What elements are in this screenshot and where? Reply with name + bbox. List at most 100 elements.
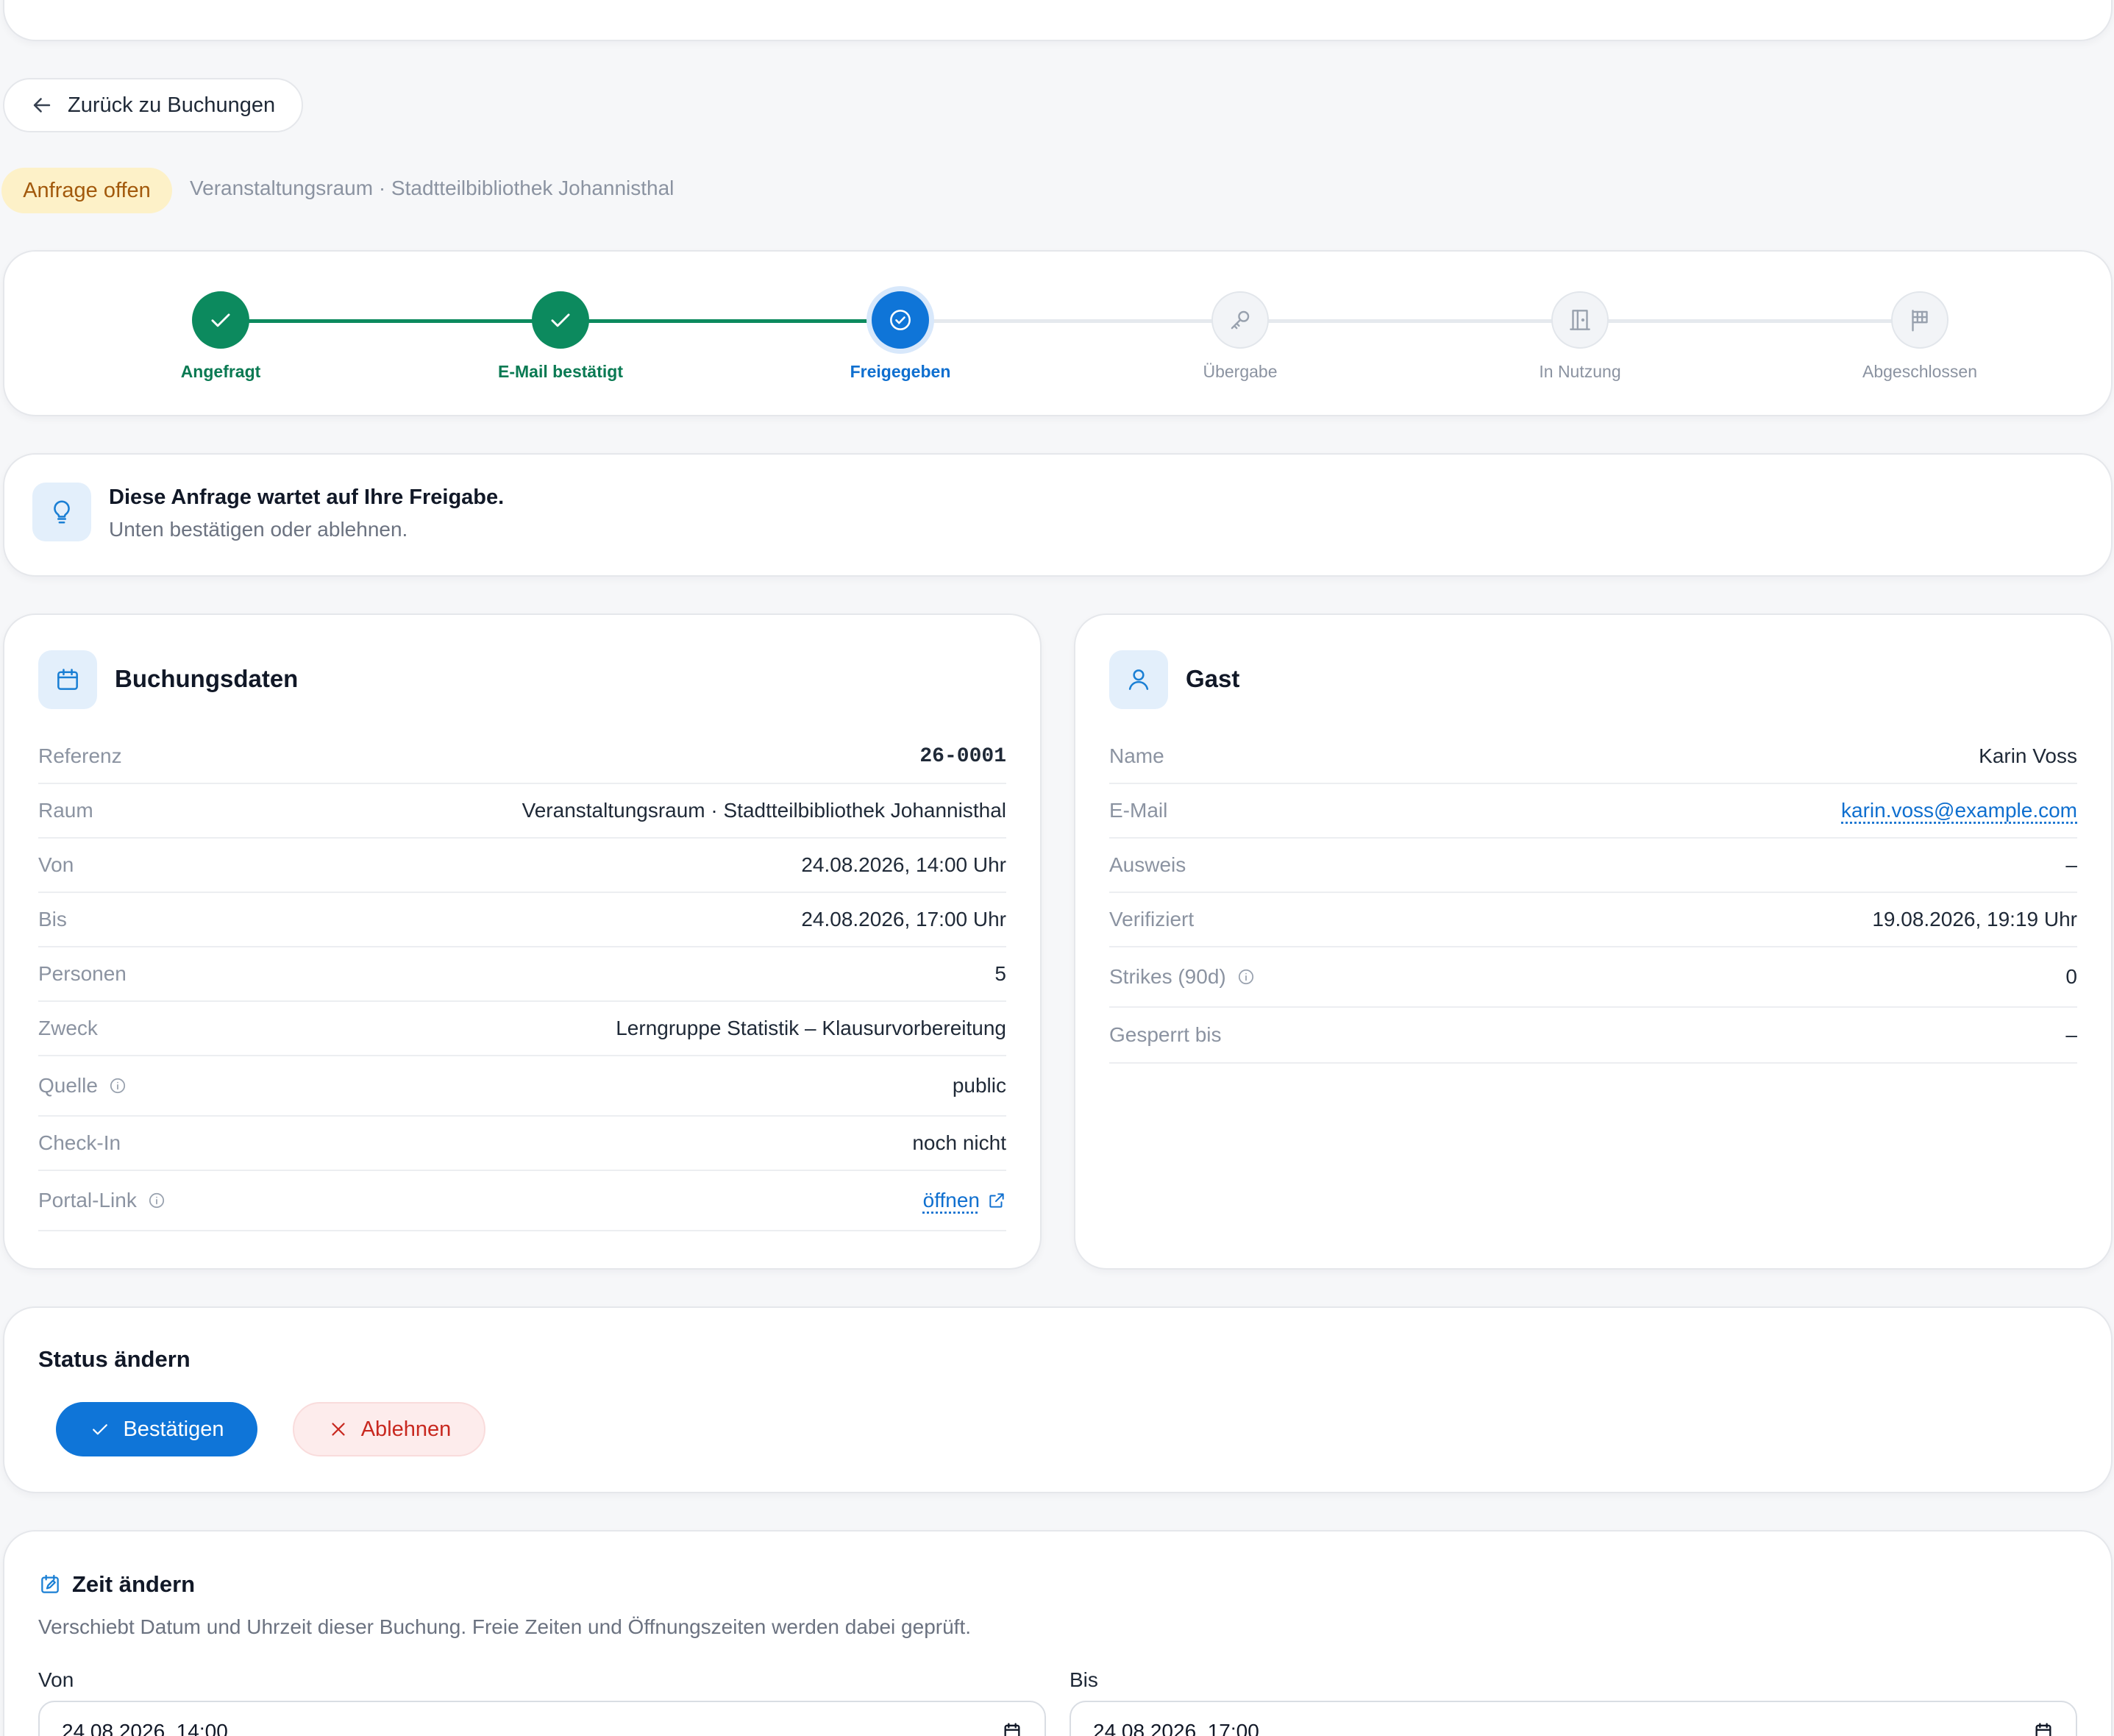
room-value: Veranstaltungsraum · Stadtteilbibliothek…	[522, 799, 1006, 822]
step-circle	[872, 291, 929, 349]
booking-icon-box	[38, 650, 97, 709]
to-value: 24.08.2026, 17:00 Uhr	[801, 908, 1006, 931]
step-uebergabe: Übergabe	[1130, 291, 1350, 382]
room-subtitle: Veranstaltungsraum · Stadtteilbibliothek…	[190, 177, 675, 199]
from-field-label: Von	[38, 1668, 74, 1691]
row-label: Bis	[38, 908, 67, 931]
step-circle	[1891, 291, 1948, 349]
row-label: Zweck	[38, 1017, 98, 1039]
row-label: Personen	[38, 962, 127, 985]
step-circle	[1211, 291, 1269, 349]
time-change-description: Verschiebt Datum und Uhrzeit dieser Buch…	[38, 1615, 972, 1638]
step-label: Angefragt	[180, 362, 261, 381]
step-email-bestaetigt: E-Mail bestätigt	[450, 291, 671, 382]
to-field-label: Bis	[1070, 1668, 1098, 1691]
approval-info-banner	[3, 453, 2113, 577]
step-angefragt: Angefragt	[110, 291, 331, 382]
detail-row-referenz: Referenz 26-0001	[38, 730, 1006, 784]
calendar-edit-icon	[41, 1574, 59, 1593]
step-label: E-Mail bestätigt	[498, 362, 623, 381]
close-icon	[332, 1423, 345, 1436]
status-change-title: Status ändern	[38, 1346, 191, 1372]
detail-row-quelle: Quelle public	[38, 1056, 1006, 1117]
step-in-nutzung: In Nutzung	[1470, 291, 1690, 382]
checkin-value: noch nicht	[912, 1131, 1006, 1154]
info-icon[interactable]	[147, 1191, 166, 1210]
arrow-left-icon	[33, 98, 51, 113]
source-value: public	[952, 1074, 1006, 1097]
guest-blocked-value: –	[2065, 1023, 2077, 1046]
calendar-picker-icon[interactable]	[1002, 1721, 1022, 1736]
guest-row-verifiziert: Verifiziert 19.08.2026, 19:19 Uhr	[1109, 893, 2077, 947]
from-value: 24.08.2026, 14:00 Uhr	[801, 853, 1006, 876]
guest-row-ausweis: Ausweis –	[1109, 839, 2077, 893]
step-label: Abgeschlossen	[1862, 362, 1977, 381]
purpose-value: Lerngruppe Statistik – Klausurvorbereitu…	[616, 1017, 1006, 1039]
step-label: In Nutzung	[1539, 362, 1621, 381]
step-label: Übergabe	[1203, 362, 1278, 381]
reject-label: Ablehnen	[360, 1417, 452, 1441]
detail-row-personen: Personen 5	[38, 947, 1006, 1002]
guest-strikes-value: 0	[2065, 965, 2077, 988]
top-card	[3, 0, 2113, 41]
info-icon-box	[32, 483, 91, 541]
row-label-with-info: Strikes (90d)	[1109, 965, 1256, 989]
step-abgeschlossen: Abgeschlossen	[1809, 291, 2030, 382]
step-label: Freigegeben	[850, 362, 951, 381]
check-icon	[551, 313, 570, 327]
reject-button[interactable]: Ablehnen	[293, 1402, 485, 1456]
row-label: Referenz	[38, 744, 122, 767]
guest-row-gesperrt: Gesperrt bis –	[1109, 1008, 2077, 1064]
portal-link-label: öffnen	[922, 1189, 980, 1212]
row-label: Ausweis	[1109, 853, 1186, 876]
status-badge: Anfrage offen	[1, 168, 172, 213]
row-label: Quelle	[38, 1074, 98, 1097]
back-to-bookings-button[interactable]: Zurück zu Buchungen	[3, 78, 303, 132]
row-label: E-Mail	[1109, 799, 1168, 822]
step-circle	[532, 291, 589, 349]
info-icon[interactable]	[108, 1076, 127, 1095]
row-label: Check-In	[38, 1131, 121, 1154]
info-icon[interactable]	[1236, 967, 1256, 986]
info-title: Diese Anfrage wartet auf Ihre Freigabe.	[109, 485, 505, 509]
info-subtitle: Unten bestätigen oder ablehnen.	[109, 518, 408, 541]
calendar-icon	[57, 669, 78, 690]
guest-row-name: Name Karin Voss	[1109, 730, 2077, 784]
guest-row-strikes: Strikes (90d) 0	[1109, 947, 2077, 1008]
confirm-button[interactable]: Bestätigen	[56, 1402, 257, 1456]
booking-card-title: Buchungsdaten	[115, 665, 299, 692]
row-label: Verifiziert	[1109, 908, 1195, 931]
to-datetime-input[interactable]: 24.08.2026, 17:00	[1070, 1701, 2077, 1736]
detail-row-portal-link: Portal-Link öffnen	[38, 1171, 1006, 1231]
step-freigegeben: Freigegeben	[790, 291, 1011, 382]
time-change-title: Zeit ändern	[72, 1571, 196, 1597]
door-icon	[1570, 310, 1590, 330]
check-circle-icon	[890, 310, 911, 330]
guest-icon-box	[1109, 650, 1168, 709]
row-label-with-info: Portal-Link	[38, 1189, 166, 1212]
status-change-card	[3, 1306, 2113, 1493]
guest-id-value: –	[2065, 853, 2077, 876]
persons-value: 5	[994, 962, 1006, 985]
detail-row-checkin: Check-In noch nicht	[38, 1117, 1006, 1171]
detail-row-bis: Bis 24.08.2026, 17:00 Uhr	[38, 893, 1006, 947]
detail-row-von: Von 24.08.2026, 14:00 Uhr	[38, 839, 1006, 893]
step-circle	[192, 291, 249, 349]
user-icon	[1128, 669, 1149, 690]
portal-link[interactable]: öffnen	[923, 1189, 1006, 1212]
row-label: Raum	[38, 799, 93, 822]
key-icon	[1231, 310, 1250, 330]
detail-row-raum: Raum Veranstaltungsraum · Stadtteilbibli…	[38, 784, 1006, 839]
back-label: Zurück zu Buchungen	[68, 93, 276, 117]
lightbulb-icon	[54, 500, 70, 524]
check-icon	[211, 313, 230, 327]
row-label-with-info: Quelle	[38, 1074, 127, 1098]
row-label: Name	[1109, 744, 1164, 767]
step-connector-pending	[900, 319, 1920, 323]
guest-email-link[interactable]: karin.voss@example.com	[1841, 799, 2077, 822]
confirm-label: Bestätigen	[123, 1417, 224, 1441]
detail-row-zweck: Zweck Lerngruppe Statistik – Klausurvorb…	[38, 1002, 1006, 1056]
external-link-icon	[989, 1193, 1004, 1208]
calendar-picker-icon[interactable]	[2033, 1721, 2054, 1736]
from-datetime-input[interactable]: 24.08.2026, 14:00	[38, 1701, 1046, 1736]
